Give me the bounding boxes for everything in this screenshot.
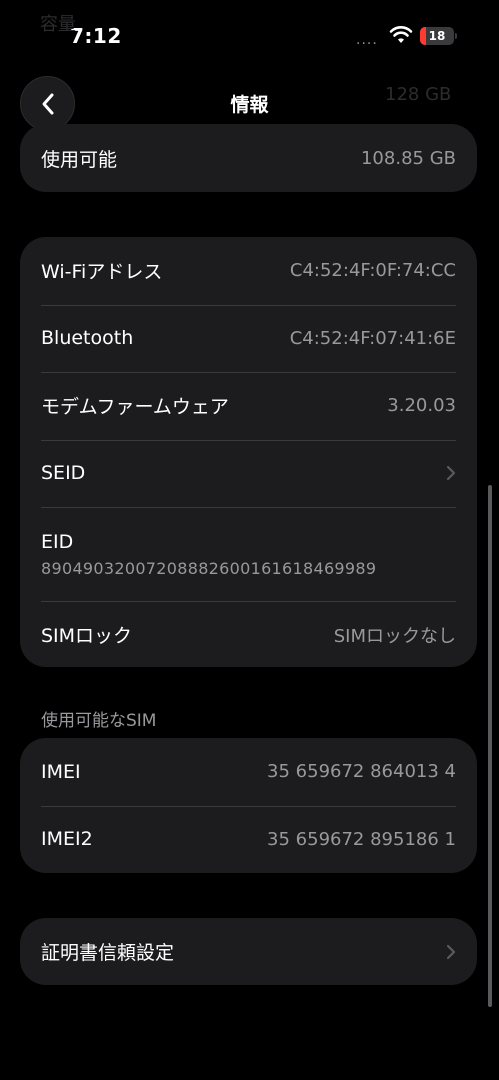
page-title: 情報 bbox=[230, 94, 269, 116]
sim-card: IMEI 35 659672 864013 4 IMEI2 35 659672 … bbox=[20, 738, 477, 873]
storage-card: 使用可能 108.85 GB bbox=[20, 124, 477, 192]
available-value: 108.85 GB bbox=[360, 147, 456, 169]
wifi-address-label: Wi-Fiアドレス bbox=[41, 261, 163, 284]
imei-label: IMEI bbox=[41, 760, 81, 783]
modem-firmware-value: 3.20.03 bbox=[387, 395, 456, 417]
bluetooth-row: Bluetooth C4:52:4F:07:41:6E bbox=[20, 304, 477, 373]
imei-row: IMEI 35 659672 864013 4 bbox=[20, 738, 477, 806]
modem-firmware-label: モデムファームウェア bbox=[41, 396, 229, 419]
bluetooth-value: C4:52:4F:07:41:6E bbox=[289, 327, 456, 349]
cellular-signal-icon: .... bbox=[356, 32, 378, 48]
wifi-icon bbox=[389, 26, 413, 43]
available-sim-header: 使用可能なSIM bbox=[41, 711, 157, 731]
available-row: 使用可能 108.85 GB bbox=[20, 124, 477, 192]
sim-lock-label: SIMロック bbox=[41, 625, 133, 648]
scroll-indicator[interactable] bbox=[488, 485, 492, 1007]
imei2-row: IMEI2 35 659672 895186 1 bbox=[20, 805, 477, 874]
battery-percent: 18 bbox=[428, 29, 446, 43]
sim-lock-row: SIMロック SIMロックなし bbox=[20, 601, 477, 669]
scrolled-capacity-label: 容量 bbox=[40, 14, 76, 35]
bluetooth-label: Bluetooth bbox=[41, 327, 134, 350]
imei2-value: 35 659672 895186 1 bbox=[267, 828, 456, 850]
seid-row[interactable]: SEID bbox=[20, 439, 477, 508]
imei-value: 35 659672 864013 4 bbox=[267, 761, 456, 783]
seid-label: SEID bbox=[41, 462, 86, 485]
modem-firmware-row: モデムファームウェア 3.20.03 bbox=[20, 372, 477, 440]
eid-value: 89049032007208882600161618469989 bbox=[41, 558, 377, 578]
certificate-card: 証明書信頼設定 bbox=[20, 918, 477, 985]
certificate-trust-row[interactable]: 証明書信頼設定 bbox=[20, 918, 477, 985]
status-time: 7:12 bbox=[70, 24, 122, 48]
sim-lock-value: SIMロックなし bbox=[333, 625, 456, 647]
battery-icon: 18 bbox=[420, 27, 454, 45]
wifi-address-row: Wi-Fiアドレス C4:52:4F:0F:74:CC bbox=[20, 237, 477, 305]
network-card: Wi-Fiアドレス C4:52:4F:0F:74:CC Bluetooth C4… bbox=[20, 237, 477, 667]
certificate-trust-label: 証明書信頼設定 bbox=[41, 942, 175, 964]
battery-tip bbox=[455, 33, 457, 39]
imei2-label: IMEI2 bbox=[41, 828, 93, 851]
wifi-address-value: C4:52:4F:0F:74:CC bbox=[289, 260, 456, 282]
chevron-right-icon bbox=[446, 466, 456, 481]
chevron-right-icon bbox=[446, 944, 456, 959]
eid-row: EID 89049032007208882600161618469989 bbox=[20, 507, 477, 601]
available-label: 使用可能 bbox=[41, 148, 118, 171]
eid-label: EID bbox=[41, 530, 74, 553]
